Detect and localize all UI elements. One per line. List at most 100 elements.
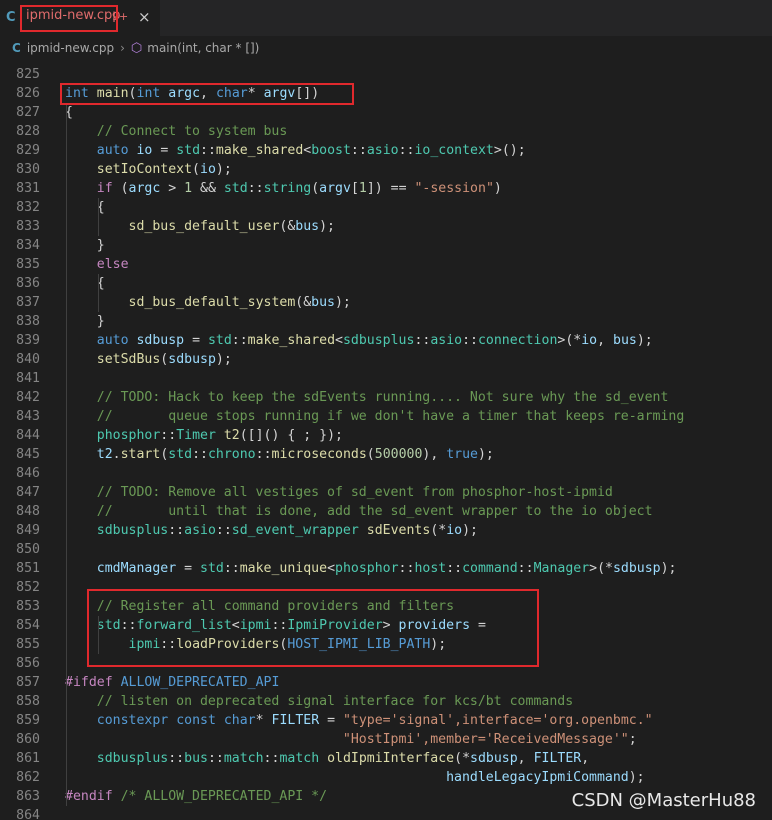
code-line[interactable]: 834 } [0, 236, 772, 255]
code-token: 500000 [374, 447, 423, 462]
code-line[interactable]: 843 // queue stops running if we don't h… [0, 407, 772, 426]
code-token: ([]() { ; }); [239, 428, 343, 443]
close-icon[interactable]: × [138, 8, 151, 26]
code-text: // TODO: Remove all vestiges of sd_event… [65, 483, 613, 502]
code-line[interactable]: 848 // until that is done, add the sd_ev… [0, 502, 772, 521]
code-token: argc [168, 86, 201, 101]
code-line[interactable]: 831 if (argc > 1 && std::string(argv[1])… [0, 179, 772, 198]
code-line[interactable]: 829 auto io = std::make_shared<boost::as… [0, 141, 772, 160]
code-token: start [120, 447, 161, 462]
code-token: phosphor [96, 428, 161, 443]
code-line[interactable]: 830 setIoContext(io); [0, 160, 772, 179]
code-editor[interactable]: 825 826 int main(int argc, char* argv[]) 82… [0, 62, 772, 820]
code-line[interactable]: 850 [0, 540, 772, 559]
code-token: constexpr [96, 713, 169, 728]
editor-tab-bar: C ipmid-new.cpp 9+ × [0, 0, 772, 37]
code-line[interactable]: 827{ [0, 103, 772, 122]
code-token: . [112, 447, 121, 462]
code-line[interactable]: 838 } [0, 312, 772, 331]
code-line[interactable]: 837 sd_bus_default_system(&bus); [0, 293, 772, 312]
code-token: ); [430, 637, 447, 652]
code-token: ALLOW_DEPRECATED_API [120, 675, 280, 690]
code-text: t2.start(std::chrono::microseconds(50000… [65, 445, 494, 464]
code-line[interactable]: 849 sdbusplus::asio::sd_event_wrapper sd… [0, 521, 772, 540]
code-text: // queue stops running if we don't have … [65, 407, 685, 426]
code-text: // listen on deprecated signal interface… [65, 692, 573, 711]
code-text: handleLegacyIpmiCommand); [65, 768, 645, 787]
code-line[interactable]: 833 sd_bus_default_user(&bus); [0, 217, 772, 236]
breadcrumb-symbol[interactable]: ⬡ main(int, char * []) [131, 41, 259, 56]
code-token: make_unique [239, 561, 328, 576]
tab-ipmid-new-cpp[interactable]: C ipmid-new.cpp 9+ × [0, 0, 160, 36]
code-line[interactable]: 847 // TODO: Remove all vestiges of sd_e… [0, 483, 772, 502]
code-line[interactable]: 832 { [0, 198, 772, 217]
code-token: cmdManager [96, 561, 177, 576]
code-line[interactable]: 854 std::forward_list<ipmi::IpmiProvider… [0, 616, 772, 635]
code-text: constexpr const char* FILTER = "type='si… [65, 711, 653, 730]
cpp-file-icon: C [6, 10, 16, 25]
code-line[interactable]: 842 // TODO: Hack to keep the sdEvents r… [0, 388, 772, 407]
code-line[interactable]: 859 constexpr const char* FILTER = "type… [0, 711, 772, 730]
code-token: >(* [589, 561, 613, 576]
code-token: char [223, 713, 256, 728]
code-line[interactable]: 846 [0, 464, 772, 483]
breadcrumb-file[interactable]: C ipmid-new.cpp [0, 41, 114, 55]
code-token: ); [477, 447, 494, 462]
code-line[interactable]: 835 else [0, 255, 772, 274]
code-token: io [200, 162, 216, 177]
code-line[interactable]: 857 #ifdef ALLOW_DEPRECATED_API [0, 673, 772, 692]
code-line[interactable]: 858 // listen on deprecated signal inter… [0, 692, 772, 711]
code-text: setSdBus(sdbusp); [65, 350, 232, 369]
line-number: 848 [16, 504, 40, 519]
code-line[interactable]: 840 setSdBus(sdbusp); [0, 350, 772, 369]
code-token: match [279, 751, 320, 766]
code-line[interactable]: 825 [0, 65, 772, 84]
line-number: 841 [16, 371, 40, 386]
code-line[interactable]: 828 // Connect to system bus [0, 122, 772, 141]
code-token: const [176, 713, 216, 728]
code-line[interactable]: 861 sdbusplus::bus::match::match oldIpmi… [0, 749, 772, 768]
code-line[interactable]: 860 "HostIpmi',member='ReceivedMessage'"… [0, 730, 772, 749]
code-line[interactable]: 855 ipmi::loadProviders(HOST_IPMI_LIB_PA… [0, 635, 772, 654]
code-line[interactable]: 839 auto sdbusp = std::make_shared<sdbus… [0, 331, 772, 350]
code-token: :: [517, 561, 534, 576]
code-line[interactable]: 841 [0, 369, 772, 388]
code-line[interactable]: 862 handleLegacyIpmiCommand); [0, 768, 772, 787]
code-token: std [176, 143, 201, 158]
code-token: string [263, 181, 312, 196]
code-text: std::forward_list<ipmi::IpmiProvider> pr… [65, 616, 486, 635]
code-text: // TODO: Hack to keep the sdEvents runni… [65, 388, 669, 407]
method-cube-icon: ⬡ [130, 40, 143, 56]
code-token: command [462, 561, 518, 576]
code-token: , [597, 333, 613, 348]
code-line[interactable]: 845 t2.start(std::chrono::microseconds(5… [0, 445, 772, 464]
code-line[interactable]: 852 [0, 578, 772, 597]
code-token: = [470, 618, 486, 633]
code-token: Manager [533, 561, 590, 576]
code-token: io [581, 333, 598, 348]
code-token: sd_bus_default_user [128, 219, 280, 234]
breadcrumb-symbol-label: main(int, char * []) [147, 41, 260, 55]
line-number: 837 [16, 295, 40, 310]
code-token: ipmi [239, 618, 272, 633]
code-token: :: [398, 143, 415, 158]
code-token: = [319, 713, 343, 728]
line-number: 855 [16, 637, 40, 652]
line-number: 852 [16, 580, 40, 595]
code-token: t2 [223, 428, 240, 443]
code-line[interactable]: 836 { [0, 274, 772, 293]
code-line[interactable]: 853 // Register all command providers an… [0, 597, 772, 616]
code-line[interactable]: 851 cmdManager = std::make_unique<phosph… [0, 559, 772, 578]
code-line[interactable]: 826 int main(int argc, char* argv[]) [0, 84, 772, 103]
line-number: 858 [16, 694, 40, 709]
line-number: 854 [16, 618, 40, 633]
code-line[interactable]: 844 phosphor::Timer t2([]() { ; }); [0, 426, 772, 445]
code-line[interactable]: 856 [0, 654, 772, 673]
code-token: sdbusp [168, 352, 216, 367]
code-token: // TODO: Hack to keep the sdEvents runni… [96, 390, 669, 405]
code-token: > [160, 181, 185, 196]
